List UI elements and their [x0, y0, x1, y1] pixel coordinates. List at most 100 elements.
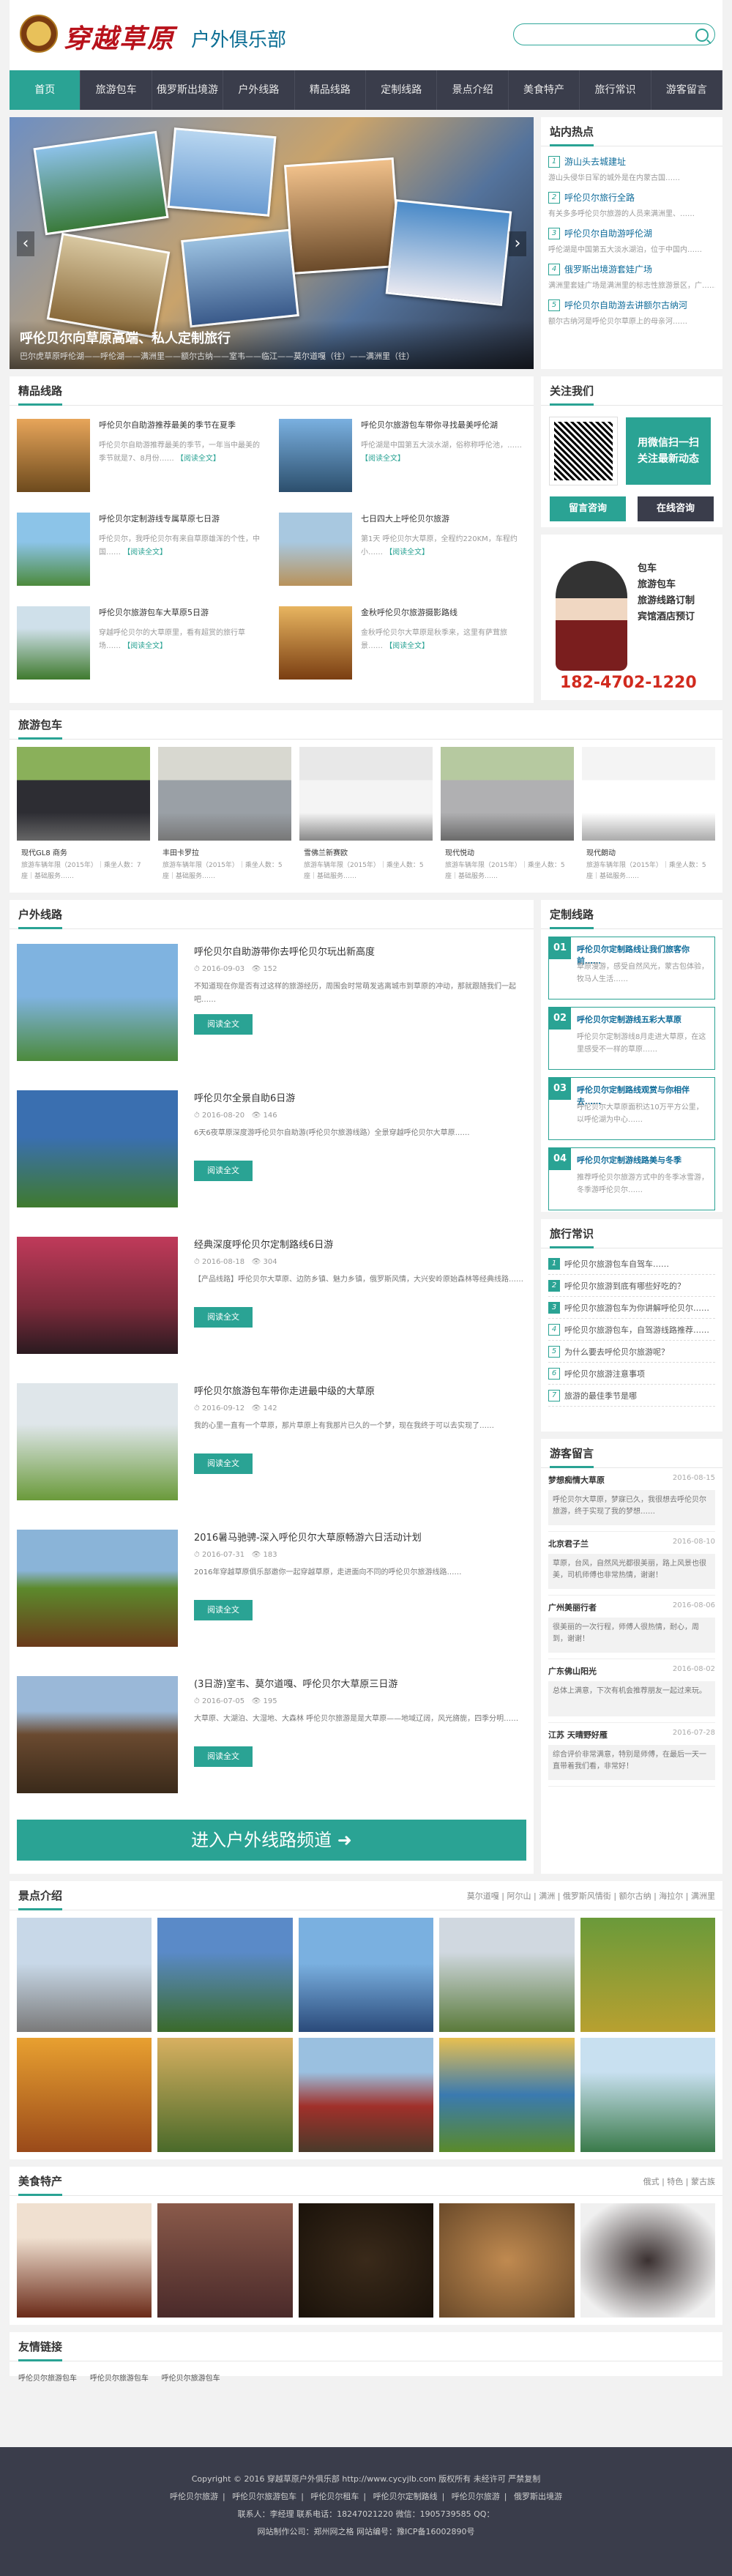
route-card[interactable]: 呼伦贝尔定制游线专属草原七日游 呼伦贝尔，我呼伦贝尔有来自草原雄浑的个性，中国……… [17, 513, 264, 606]
custom-route-card[interactable]: 01 呼伦贝尔定制路线让我们旅客你前…… 草原漫游，感受自然风光，蒙古包体验，牧马人… [548, 937, 715, 999]
food-photo[interactable] [580, 2203, 715, 2318]
car-photo[interactable] [582, 747, 715, 841]
hot-item-title[interactable]: 呼伦贝尔旅行全路 [564, 191, 635, 204]
nav-item-car[interactable]: 旅游包车 [81, 70, 152, 110]
read-more-link[interactable]: 【阅读全文】 [361, 455, 405, 463]
nav-item-home[interactable]: 首页 [10, 70, 81, 110]
scenic-photo[interactable] [580, 1918, 715, 2032]
read-more-button[interactable]: 阅读全文 [194, 1014, 253, 1035]
route-title[interactable]: 金秋呼伦贝尔旅游摄影路线 [361, 606, 526, 618]
scenic-photo[interactable] [17, 2038, 152, 2152]
article-photo[interactable] [17, 1237, 178, 1354]
route-title[interactable]: 呼伦贝尔自助游推荐最美的季节在夏季 [99, 419, 264, 431]
list-item[interactable]: 2 呼伦贝尔旅游到底有哪些好吃的？ [548, 1275, 715, 1297]
article-photo[interactable] [17, 1383, 178, 1500]
scenic-more-links[interactable]: 莫尔道嘎 | 阿尔山 | 满洲 | 俄罗斯风情街 | 额尔古纳 | 海拉尔 | … [467, 1890, 715, 1902]
leave-message-button[interactable]: 留言咨询 [550, 496, 626, 521]
food-more-links[interactable]: 俄式 | 特色 | 蒙古族 [643, 2175, 715, 2187]
friend-link[interactable]: 呼伦贝尔旅游包车 [162, 2372, 220, 2383]
route-title[interactable]: 呼伦贝尔定制游线路美与冬季 [577, 1154, 710, 1166]
logo-seal-icon[interactable] [20, 15, 58, 53]
route-photo[interactable] [17, 606, 90, 680]
article-item[interactable]: 2016暑马驰骋-深入呼伦贝尔大草原畅游六日活动计划 ⏱ 2016-07-31 👁… [17, 1515, 526, 1661]
article-photo[interactable] [17, 1676, 178, 1793]
list-item[interactable]: 4 俄罗斯出境游套娃广场 满洲里套娃广场是满洲里的标志性旅游景区，广…… [548, 254, 715, 290]
nav-item-custom[interactable]: 定制线路 [366, 70, 438, 110]
car-name[interactable]: 现代GL8 商务 [17, 841, 150, 860]
slider-title[interactable]: 呼伦贝尔向草原高端、私人定制旅行 [20, 328, 523, 347]
read-more-link[interactable]: 【阅读全文】 [123, 548, 167, 556]
route-title[interactable]: 呼伦贝尔旅游包车大草原5日游 [99, 606, 264, 618]
article-photo[interactable] [17, 1530, 178, 1647]
hot-item-title[interactable]: 俄罗斯出境游套娃广场 [564, 263, 652, 275]
hot-item-title[interactable]: 游山头去城建址 [564, 155, 626, 168]
slider-prev-arrow[interactable]: ‹ [17, 231, 34, 256]
nav-item-messages[interactable]: 游客留言 [651, 70, 723, 110]
car-photo[interactable] [441, 747, 574, 841]
scenic-photo[interactable] [157, 2038, 293, 2152]
scenic-photo[interactable] [439, 2038, 575, 2152]
article-title[interactable]: 呼伦贝尔旅游包车带你走进最中级的大草原 [194, 1383, 494, 1397]
hot-item-title[interactable]: 呼伦贝尔自助游去讲额尔古纳河 [564, 299, 687, 311]
article-item[interactable]: 呼伦贝尔全景自助6日游 ⏱ 2016-08-20 👁 146 6天6夜草原深度游呼伦… [17, 1076, 526, 1222]
route-title[interactable]: 七日四大上呼伦贝尔旅游 [361, 513, 526, 524]
car-photo[interactable] [299, 747, 433, 841]
article-item[interactable]: 经典深度呼伦贝尔定制路线6日游 ⏱ 2016-08-18 👁 304 【产品线路】呼… [17, 1222, 526, 1369]
custom-route-card[interactable]: 02 呼伦贝尔定制游线五彩大草原 呼伦贝尔定制游线8月走进大草原，在这里感受不一样的… [548, 1007, 715, 1070]
footer-link[interactable]: 呼伦贝尔租车 [310, 2492, 359, 2501]
friend-link[interactable]: 呼伦贝尔旅游包车 [90, 2372, 149, 2383]
slider-next-arrow[interactable]: › [509, 231, 526, 256]
read-more-link[interactable]: 【阅读全文】 [123, 642, 167, 650]
nav-item-outdoor[interactable]: 户外线路 [223, 70, 295, 110]
read-more-link[interactable]: 【阅读全文】 [176, 455, 220, 463]
footer-link[interactable]: 呼伦贝尔定制路线 [373, 2492, 438, 2501]
search-input[interactable] [524, 24, 692, 45]
article-photo[interactable] [17, 944, 178, 1061]
list-item[interactable]: 3 呼伦贝尔旅游包车为你讲解呼伦贝尔…… [548, 1297, 715, 1319]
food-photo[interactable] [17, 2203, 152, 2318]
food-photo[interactable] [157, 2203, 293, 2318]
read-more-button[interactable]: 阅读全文 [194, 1746, 253, 1767]
article-title[interactable]: 经典深度呼伦贝尔定制路线6日游 [194, 1237, 523, 1251]
footer-link[interactable]: 呼伦贝尔旅游 [170, 2492, 218, 2501]
logo-club-name[interactable]: 户外俱乐部 [191, 25, 286, 52]
car-name[interactable]: 雪佛兰新赛欧 [299, 841, 433, 860]
car-name[interactable]: 现代朗动 [582, 841, 715, 860]
article-title[interactable]: 2016暑马驰骋-深入呼伦贝尔大草原畅游六日活动计划 [194, 1530, 461, 1544]
read-more-button[interactable]: 阅读全文 [194, 1161, 253, 1181]
route-card[interactable]: 呼伦贝尔自助游推荐最美的季节在夏季 呼伦贝尔自助游推荐最美的季节，一年当中最美的季… [17, 419, 264, 513]
hot-item-title[interactable]: 呼伦贝尔自助游呼伦湖 [564, 227, 652, 239]
scenic-photo[interactable] [298, 1918, 434, 2032]
scenic-photo[interactable] [157, 1918, 293, 2032]
read-more-button[interactable]: 阅读全文 [194, 1453, 253, 1474]
charter-ad-banner[interactable]: 包车 旅游包车 旅游线路订制 宾馆酒店预订 182-4702-1220 [541, 535, 722, 700]
article-item[interactable]: 呼伦贝尔自助游带你去呼伦贝尔玩出新高度 ⏱ 2016-09-03 👁 152 不知道… [17, 929, 526, 1076]
list-item[interactable]: 1 游山头去城建址 游山头侵华日军的城外是在内蒙古国…… [548, 146, 715, 182]
scenic-photo[interactable] [439, 1918, 575, 2032]
list-item[interactable]: 7 旅游的最佳季节是哪 [548, 1385, 715, 1407]
route-photo[interactable] [17, 513, 90, 586]
article-title[interactable]: 呼伦贝尔自助游带你去呼伦贝尔玩出新高度 [194, 944, 526, 958]
list-item[interactable]: 1 呼伦贝尔旅游包车自驾车…… [548, 1253, 715, 1275]
list-item[interactable]: 5 呼伦贝尔自助游去讲额尔古纳河 额尔古纳河是呼伦贝尔草原上的母亲河…… [548, 290, 715, 326]
list-item[interactable]: 5 为什么要去呼伦贝尔旅游呢？ [548, 1341, 715, 1363]
ad-phone[interactable]: 182-4702-1220 [560, 674, 697, 692]
route-title[interactable]: 呼伦贝尔定制游线专属草原七日游 [99, 513, 264, 524]
read-more-link[interactable]: 【阅读全文】 [385, 548, 429, 556]
list-item[interactable]: 3 呼伦贝尔自助游呼伦湖 呼伦湖是中国第五大淡水湖泊，位于中国内…… [548, 218, 715, 254]
article-title[interactable]: 呼伦贝尔全景自助6日游 [194, 1090, 470, 1104]
article-title[interactable]: (3日游)室韦、莫尔道嘎、呼伦贝尔大草原三日游 [194, 1676, 518, 1690]
car-card[interactable]: 雪佛兰新赛欧 旅游车辆年限（2015年）｜乘坐人数：5座｜基础服务…… [299, 747, 433, 882]
route-card[interactable]: 七日四大上呼伦贝尔旅游 第1天 呼伦贝尔大草原，全程约220KM，车程约小…… 【… [279, 513, 526, 606]
read-more-button[interactable]: 阅读全文 [194, 1600, 253, 1620]
article-item[interactable]: 呼伦贝尔旅游包车带你走进最中级的大草原 ⏱ 2016-09-12 👁 142 我的心… [17, 1369, 526, 1515]
logo-calligraphy[interactable]: 穿越草原 [64, 18, 175, 56]
route-card[interactable]: 呼伦贝尔旅游包车带你寻找最美呼伦湖 呼伦湖是中国第五大淡水湖，俗称称呼伦池，…… … [279, 419, 526, 513]
car-photo[interactable] [158, 747, 291, 841]
scenic-photo[interactable] [580, 2038, 715, 2152]
article-photo[interactable] [17, 1090, 178, 1207]
car-card[interactable]: 现代GL8 商务 旅游车辆年限（2015年）｜乘坐人数：7座｜基础服务…… [17, 747, 150, 882]
nav-item-russia[interactable]: 俄罗斯出境游 [152, 70, 224, 110]
route-photo[interactable] [17, 419, 90, 492]
nav-item-knowledge[interactable]: 旅行常识 [580, 70, 651, 110]
